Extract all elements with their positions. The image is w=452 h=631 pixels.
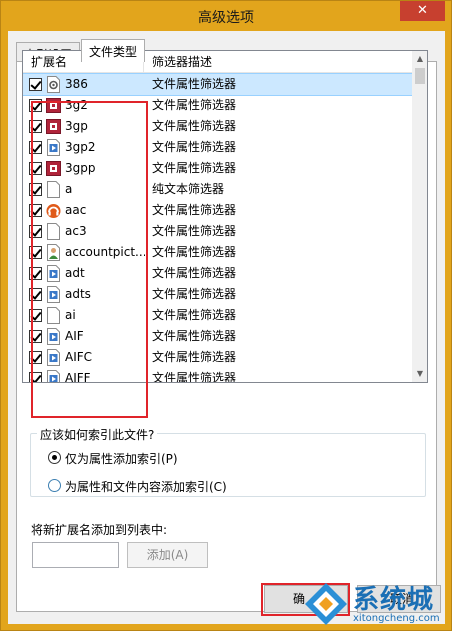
row-extension: aac: [65, 203, 87, 217]
title-bar[interactable]: 高级选项 ✕: [1, 1, 451, 31]
watermark-brand: 系统城: [353, 585, 435, 615]
row-extension: 386: [65, 77, 88, 91]
list-rows: 386 文件属性筛选器 3g2 文件属性筛选器 3gp 文件属性筛选器 3gp2 文件属性筛选…: [23, 73, 413, 383]
close-button[interactable]: ✕: [400, 1, 445, 21]
video-file-icon: [46, 119, 61, 134]
row-filter-description: 文件属性筛选器: [152, 266, 237, 280]
row-filter-description: 文件属性筛选器: [152, 161, 237, 175]
row-filter-description: 文件属性筛选器: [152, 308, 237, 322]
list-row[interactable]: 3gp 文件属性筛选器: [23, 116, 412, 137]
audio-file-icon: [46, 204, 61, 218]
list-row[interactable]: adts 文件属性筛选器: [23, 284, 412, 305]
media-file-icon: [47, 328, 60, 345]
list-row[interactable]: AIFC 文件属性筛选器: [23, 347, 412, 368]
list-row[interactable]: 3g2 文件属性筛选器: [23, 95, 412, 116]
row-filter-description: 文件属性筛选器: [152, 350, 237, 364]
row-checkbox[interactable]: [29, 225, 42, 238]
list-row[interactable]: aac 文件属性筛选器: [23, 200, 412, 221]
account-picture-icon: [47, 244, 60, 261]
row-checkbox[interactable]: [29, 372, 42, 382]
watermark-logo-icon: [305, 583, 347, 625]
row-extension: 3gp2: [65, 140, 96, 154]
scroll-down-arrow-icon[interactable]: ▼: [412, 366, 427, 382]
row-checkbox[interactable]: [29, 267, 42, 280]
blank-file-icon: [47, 307, 60, 324]
add-extension-label: 将新扩展名添加到列表中:: [31, 523, 168, 537]
row-filter-description: 文件属性筛选器: [152, 371, 237, 383]
row-checkbox[interactable]: [29, 204, 42, 217]
list-row[interactable]: ac3 文件属性筛选器: [23, 221, 412, 242]
watermark-url: xitongcheng.com: [353, 613, 440, 624]
row-extension: ac3: [65, 224, 87, 238]
watermark: 系统城 xitongcheng.com: [301, 577, 452, 631]
media-file-icon: [47, 370, 60, 382]
row-filter-description: 文件属性筛选器: [152, 329, 237, 343]
row-filter-description: 纯文本筛选器: [152, 182, 225, 196]
radio-label-properties-and-content[interactable]: 为属性和文件内容添加索引(C): [65, 478, 227, 495]
row-checkbox[interactable]: [29, 141, 42, 154]
list-row[interactable]: adt 文件属性筛选器: [23, 263, 412, 284]
list-row[interactable]: AIF 文件属性筛选器: [23, 326, 412, 347]
row-filter-description: 文件属性筛选器: [152, 287, 237, 301]
row-checkbox[interactable]: [29, 183, 42, 196]
media-file-icon: [47, 349, 60, 366]
add-button[interactable]: 添加(A): [127, 542, 208, 568]
list-row[interactable]: 386 文件属性筛选器: [23, 73, 413, 96]
row-extension: AIF: [65, 329, 84, 343]
list-row[interactable]: AIFF 文件属性筛选器: [23, 368, 412, 383]
column-header-filter-description[interactable]: 筛选器描述: [144, 51, 412, 73]
row-filter-description: 文件属性筛选器: [152, 245, 237, 259]
file-type-list[interactable]: 扩展名 筛选器描述 386 文件属性筛选器 3g2 文件属性筛选器 3gp 文件属性筛选器…: [22, 50, 428, 383]
row-extension: 3g2: [65, 98, 88, 112]
row-extension: AIFF: [65, 371, 91, 383]
row-checkbox[interactable]: [29, 288, 42, 301]
row-filter-description: 文件属性筛选器: [152, 119, 237, 133]
row-checkbox[interactable]: [29, 246, 42, 259]
tab-file-types[interactable]: 文件类型: [81, 39, 146, 62]
list-row[interactable]: a 纯文本筛选器: [23, 179, 412, 200]
radio-label-properties-only[interactable]: 仅为属性添加索引(P): [65, 450, 178, 467]
media-file-icon: [47, 139, 60, 156]
row-filter-description: 文件属性筛选器: [152, 98, 237, 112]
scrollbar-thumb[interactable]: [415, 68, 425, 84]
list-row[interactable]: ai 文件属性筛选器: [23, 305, 412, 326]
dialog-title: 高级选项: [198, 10, 254, 26]
row-extension: 3gp: [65, 119, 88, 133]
row-extension: ai: [65, 308, 76, 322]
row-filter-description: 文件属性筛选器: [152, 77, 237, 91]
vertical-scrollbar[interactable]: ▲ ▼: [412, 51, 427, 382]
row-extension: 3gpp: [65, 161, 96, 175]
list-row[interactable]: accountpict... 文件属性筛选器: [23, 242, 412, 263]
row-checkbox[interactable]: [29, 78, 42, 91]
row-filter-description: 文件属性筛选器: [152, 203, 237, 217]
video-file-icon: [46, 161, 61, 176]
row-extension: adt: [65, 266, 85, 280]
row-filter-description: 文件属性筛选器: [152, 140, 237, 154]
media-file-icon: [47, 286, 60, 303]
row-checkbox[interactable]: [29, 99, 42, 112]
video-file-icon: [46, 98, 61, 113]
list-row[interactable]: 3gp2 文件属性筛选器: [23, 137, 412, 158]
row-extension: a: [65, 182, 73, 196]
scroll-up-arrow-icon[interactable]: ▲: [412, 51, 427, 67]
blank-file-icon: [47, 181, 60, 198]
row-checkbox[interactable]: [29, 120, 42, 133]
radio-index-properties-and-content[interactable]: [48, 479, 61, 492]
media-file-icon: [47, 265, 60, 282]
system-file-icon: [47, 76, 60, 93]
index-method-group-title: 应该如何索引此文件?: [37, 426, 158, 443]
advanced-options-dialog: 高级选项 ✕ 索引设置 文件类型 扩展名 筛选器描述 386文件属性筛选器3g2…: [0, 0, 452, 631]
new-extension-input[interactable]: [32, 542, 119, 568]
row-checkbox[interactable]: [29, 330, 42, 343]
row-extension: accountpict...: [65, 245, 145, 259]
row-extension: adts: [65, 287, 91, 301]
radio-index-properties-only[interactable]: [48, 451, 61, 464]
row-filter-description: 文件属性筛选器: [152, 224, 237, 238]
blank-file-icon: [47, 223, 60, 240]
list-row[interactable]: 3gpp 文件属性筛选器: [23, 158, 412, 179]
row-checkbox[interactable]: [29, 309, 42, 322]
row-extension: AIFC: [65, 350, 93, 364]
row-checkbox[interactable]: [29, 351, 42, 364]
row-checkbox[interactable]: [29, 162, 42, 175]
